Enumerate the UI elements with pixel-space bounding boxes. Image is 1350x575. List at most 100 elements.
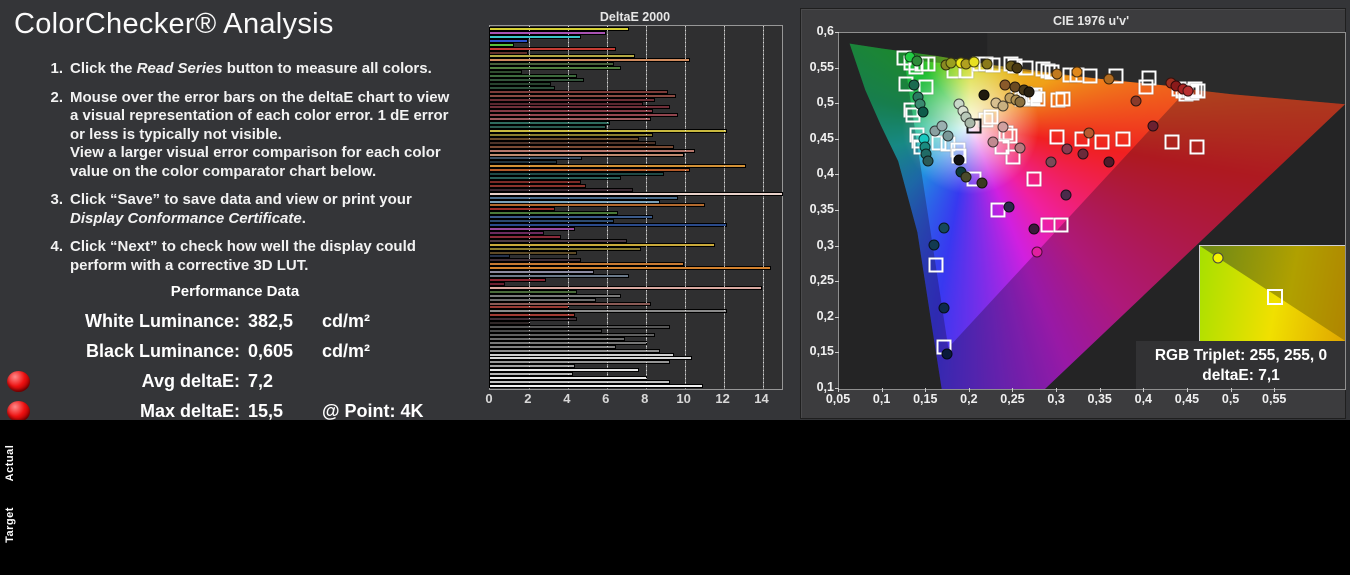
deltae-error-bar[interactable] bbox=[490, 79, 583, 81]
deltae-error-bar[interactable] bbox=[490, 267, 770, 269]
selected-point-readout: RGB Triplet: 255, 255, 0 deltaE: 7,1 bbox=[1136, 341, 1346, 389]
deltae-error-bar[interactable] bbox=[490, 369, 638, 371]
x-tick-label: 6 bbox=[602, 391, 609, 406]
deltae-error-bar[interactable] bbox=[490, 185, 585, 187]
deltae-error-bar[interactable] bbox=[490, 44, 513, 46]
deltae-error-bar[interactable] bbox=[490, 212, 617, 214]
deltae-error-bar[interactable] bbox=[490, 322, 529, 324]
deltae-error-bar[interactable] bbox=[490, 208, 554, 210]
deltae-error-bar[interactable] bbox=[490, 32, 605, 34]
deltae-value-text: deltaE: 7,1 bbox=[1202, 366, 1280, 385]
deltae-error-bar[interactable] bbox=[490, 173, 663, 175]
deltae-error-bar[interactable] bbox=[490, 154, 683, 156]
deltae-error-bar[interactable] bbox=[490, 385, 702, 387]
cie-measured-point bbox=[1078, 149, 1089, 160]
deltae-error-bar[interactable] bbox=[490, 201, 659, 203]
deltae-error-bar[interactable] bbox=[490, 381, 669, 383]
deltae-error-bar[interactable] bbox=[490, 357, 691, 359]
deltae-error-bar[interactable] bbox=[490, 271, 593, 273]
cie-measured-point bbox=[998, 121, 1009, 132]
deltae-error-bar[interactable] bbox=[490, 350, 659, 352]
deltae-error-bar[interactable] bbox=[490, 169, 689, 171]
deltae-error-bar[interactable] bbox=[490, 365, 574, 367]
deltae-error-bar[interactable] bbox=[490, 95, 675, 97]
cie-diagram-panel: CIE 1976 u'v' RGB Triplet: 255, 255, 0 d… bbox=[800, 8, 1346, 419]
deltae-error-bar[interactable] bbox=[490, 71, 521, 73]
deltae-error-bar[interactable] bbox=[490, 299, 595, 301]
cie-measured-point bbox=[961, 171, 972, 182]
y-tick-label: 0,3 bbox=[804, 238, 834, 252]
deltae-error-bar[interactable] bbox=[490, 279, 545, 281]
cie-target-square bbox=[1056, 92, 1071, 107]
deltae-error-bar[interactable] bbox=[490, 303, 650, 305]
deltae-error-bar[interactable] bbox=[490, 263, 683, 265]
deltae-error-bar[interactable] bbox=[490, 138, 638, 140]
deltae-error-bar[interactable] bbox=[490, 106, 669, 108]
deltae-error-bar[interactable] bbox=[490, 52, 527, 54]
deltae-error-bar[interactable] bbox=[490, 48, 615, 50]
deltae-error-bar[interactable] bbox=[490, 330, 601, 332]
deltae-error-bar[interactable] bbox=[490, 91, 667, 93]
deltae-error-bar[interactable] bbox=[490, 126, 605, 128]
deltae-error-bar[interactable] bbox=[490, 220, 613, 222]
y-tick-mark bbox=[835, 139, 839, 140]
deltae-error-bar[interactable] bbox=[490, 63, 613, 65]
deltae-error-bar[interactable] bbox=[490, 118, 650, 120]
deltae-error-bar[interactable] bbox=[490, 134, 652, 136]
deltae-error-bar[interactable] bbox=[490, 334, 654, 336]
deltae-error-bar[interactable] bbox=[490, 346, 615, 348]
deltae-error-bar[interactable] bbox=[490, 373, 572, 375]
deltae-error-bar[interactable] bbox=[490, 193, 782, 195]
deltae-error-bar[interactable] bbox=[490, 314, 574, 316]
deltae-error-bar[interactable] bbox=[490, 103, 642, 105]
deltae-error-bar[interactable] bbox=[490, 87, 554, 89]
y-tick-mark bbox=[835, 210, 839, 211]
x-tick-label: 2 bbox=[524, 391, 531, 406]
deltae-error-bar[interactable] bbox=[490, 232, 543, 234]
deltae-error-bar[interactable] bbox=[490, 75, 576, 77]
deltae-error-bar[interactable] bbox=[490, 244, 714, 246]
cie-measured-point bbox=[953, 154, 964, 165]
deltae-error-bar[interactable] bbox=[490, 283, 504, 285]
x-tick-label: 0 bbox=[485, 391, 492, 406]
deltae-error-bar[interactable] bbox=[490, 177, 620, 179]
deltae-error-bar[interactable] bbox=[490, 40, 527, 42]
x-tick-label: 10 bbox=[676, 391, 690, 406]
deltae-error-bar[interactable] bbox=[490, 228, 574, 230]
deltae-error-bar[interactable] bbox=[490, 318, 576, 320]
deltae-error-bar[interactable] bbox=[490, 110, 652, 112]
deltae-error-bar[interactable] bbox=[490, 295, 620, 297]
deltae-error-bar[interactable] bbox=[490, 259, 580, 261]
deltae-error-bar[interactable] bbox=[490, 287, 761, 289]
deltae-error-bar[interactable] bbox=[490, 99, 654, 101]
deltae-error-bar[interactable] bbox=[490, 248, 640, 250]
deltae-error-bar[interactable] bbox=[490, 114, 677, 116]
deltae-error-bar[interactable] bbox=[490, 83, 550, 85]
deltae-error-bar[interactable] bbox=[490, 181, 580, 183]
deltae-error-bar[interactable] bbox=[490, 216, 652, 218]
deltae-error-bar[interactable] bbox=[490, 291, 576, 293]
deltae-error-bar[interactable] bbox=[490, 236, 560, 238]
deltae-error-bar[interactable] bbox=[490, 142, 655, 144]
deltae-error-bar[interactable] bbox=[490, 67, 620, 69]
deltae-error-bar[interactable] bbox=[490, 189, 632, 191]
deltae-error-bar[interactable] bbox=[490, 255, 509, 257]
deltae-error-bar[interactable] bbox=[490, 326, 669, 328]
cie-measured-point bbox=[1052, 68, 1063, 79]
deltae-error-bar[interactable] bbox=[490, 361, 669, 363]
cie-measured-point bbox=[982, 58, 993, 69]
deltae-error-bar[interactable] bbox=[490, 252, 576, 254]
deltae-error-bar[interactable] bbox=[490, 36, 580, 38]
status-indicator-icon bbox=[7, 401, 30, 422]
deltae-error-bar[interactable] bbox=[490, 338, 624, 340]
deltae-error-bar[interactable] bbox=[490, 204, 704, 206]
deltae-error-bar[interactable] bbox=[490, 197, 677, 199]
deltae-error-bar[interactable] bbox=[490, 122, 609, 124]
deltae-error-bar[interactable] bbox=[490, 150, 694, 152]
cie-measured-point bbox=[1084, 127, 1095, 138]
deltae-error-bar[interactable] bbox=[490, 59, 689, 61]
deltae-error-bar[interactable] bbox=[490, 55, 634, 57]
deltae-error-bar[interactable] bbox=[490, 161, 556, 163]
y-tick-label: 0,6 bbox=[804, 24, 834, 38]
performance-data-rows: White Luminance:382,5cd/m²Black Luminanc… bbox=[0, 306, 470, 426]
